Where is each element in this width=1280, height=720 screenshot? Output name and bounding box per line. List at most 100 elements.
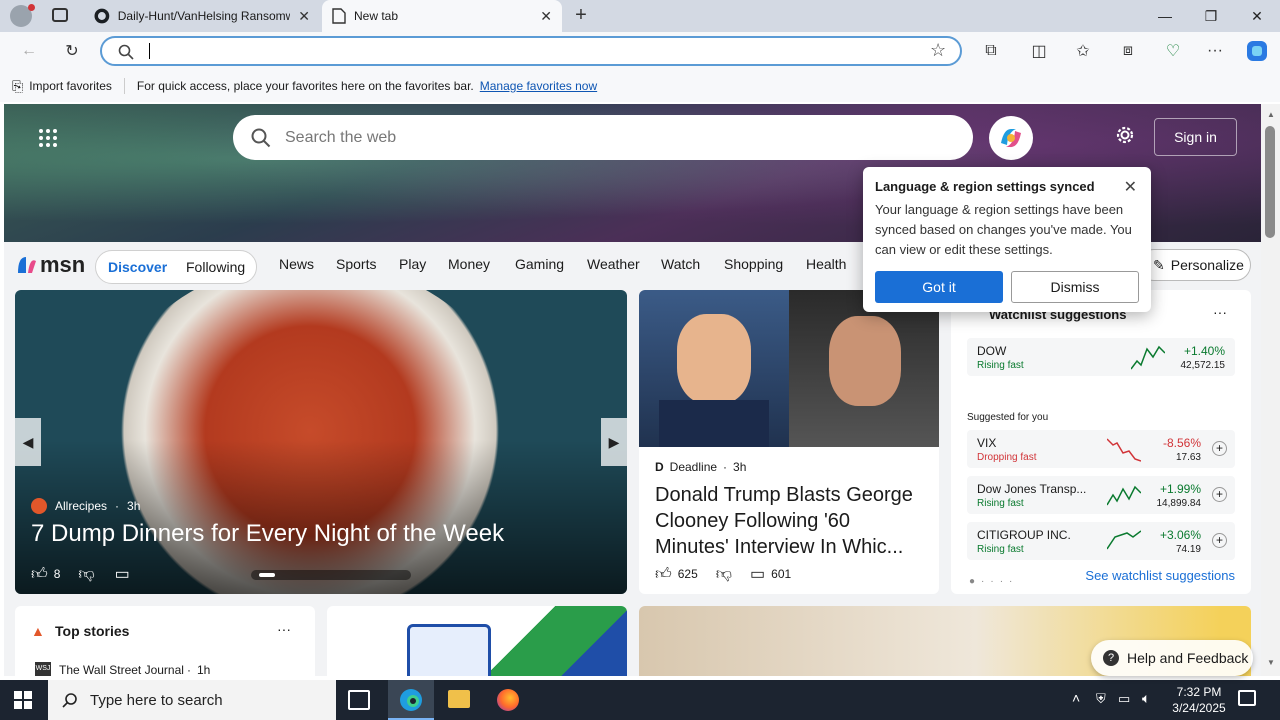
nav-gaming[interactable]: Gaming <box>515 256 564 272</box>
refresh-button[interactable]: ↻ <box>57 36 87 66</box>
thumbs-up-icon[interactable]: 👍︎ <box>655 565 672 584</box>
nav-weather[interactable]: Weather <box>587 256 640 272</box>
tab-new-tab[interactable]: New tab ✕ <box>322 0 562 32</box>
nav-sports[interactable]: Sports <box>336 256 376 272</box>
personalize-button[interactable]: ✎ Personalize <box>1138 249 1251 281</box>
security-icon[interactable]: ⛨ <box>1096 691 1106 707</box>
pager-dots[interactable]: ●···· <box>969 576 1018 587</box>
back-button[interactable]: ← <box>14 36 44 66</box>
close-tab-icon[interactable]: ✕ <box>540 8 552 25</box>
browser-essentials-icon[interactable]: ♡ <box>1158 36 1188 66</box>
manage-favorites-link[interactable]: Manage favorites now <box>480 79 597 93</box>
task-view-icon[interactable] <box>348 690 370 710</box>
news-title[interactable]: Donald Trump Blasts George Clooney Follo… <box>655 482 927 560</box>
stock-change: +3.06% <box>1159 528 1201 542</box>
nav-money[interactable]: Money <box>448 256 490 272</box>
tab-discover[interactable]: Discover <box>108 259 167 275</box>
stock-row-citigroup[interactable]: CITIGROUP INC. Rising fast +3.06% 74.19 … <box>967 522 1235 560</box>
tab-following[interactable]: Following <box>186 259 245 275</box>
edge-taskbar-button[interactable] <box>388 680 434 720</box>
close-tab-icon[interactable]: ✕ <box>298 8 310 25</box>
favorites-icon[interactable]: ✩ <box>1068 36 1098 66</box>
nav-shopping[interactable]: Shopping <box>724 256 783 272</box>
scroll-down-icon[interactable]: ▼ <box>1267 658 1275 667</box>
msn-logo[interactable]: msn <box>16 252 85 278</box>
more-options-icon[interactable]: ··· <box>1213 304 1227 320</box>
settings-gear-icon[interactable] <box>1114 124 1136 149</box>
news-card[interactable]: D Deadline · 3h Donald Trump Blasts Geor… <box>639 290 939 594</box>
thumbs-down-icon[interactable]: 👎︎ <box>78 565 94 584</box>
minimize-button[interactable]: — <box>1142 0 1188 32</box>
top-stories-title: Top stories <box>55 623 130 639</box>
new-tab-button[interactable]: + <box>570 4 592 26</box>
copilot-sidebar-icon[interactable] <box>1242 36 1272 66</box>
promo-card[interactable] <box>327 606 627 676</box>
tab-github[interactable]: Daily-Hunt/VanHelsing Ransomw ✕ <box>84 0 320 32</box>
favorite-star-icon[interactable]: ☆ <box>930 40 946 61</box>
add-to-watchlist-button[interactable]: + <box>1212 441 1227 456</box>
watchlist-card: Watchlist suggestions ··· DOW Rising fas… <box>951 290 1251 594</box>
stock-row-vix[interactable]: VIX Dropping fast -8.56% 17.63 + <box>967 430 1235 468</box>
stock-name: DOW <box>977 344 1007 358</box>
web-search-box[interactable]: Search the web <box>233 115 973 160</box>
clock-date: 3/24/2025 <box>1172 701 1226 715</box>
stock-row-dow-transport[interactable]: Dow Jones Transp... Rising fast +1.99% 1… <box>967 476 1235 514</box>
got-it-button[interactable]: Got it <box>875 271 1003 303</box>
see-watchlist-link[interactable]: See watchlist suggestions <box>1085 568 1235 583</box>
stock-price: 42,572.15 <box>1180 360 1226 371</box>
stock-name: VIX <box>977 436 997 450</box>
add-to-watchlist-button[interactable]: + <box>1212 533 1227 548</box>
tab-actions-icon[interactable] <box>52 8 68 22</box>
app-launcher-icon[interactable] <box>38 128 58 151</box>
stock-row-dow[interactable]: DOW Rising fast +1.40% 42,572.15 <box>967 338 1235 376</box>
windows-taskbar: Type here to search ˄ ⛨ ▭ 🔈︎ 7:32 PM 3/2… <box>0 680 1280 720</box>
sign-in-button[interactable]: Sign in <box>1154 118 1237 156</box>
split-screen-icon[interactable]: ◫ <box>1024 36 1054 66</box>
nav-health[interactable]: Health <box>806 256 846 272</box>
carousel-prev-button[interactable]: ◀ <box>15 418 41 466</box>
copilot-icon[interactable] <box>989 116 1033 160</box>
comment-icon[interactable]: ▭ <box>115 564 130 584</box>
address-bar[interactable]: ☆ <box>100 36 962 66</box>
news-image-right <box>789 290 939 447</box>
more-options-icon[interactable]: ··· <box>277 621 291 637</box>
more-menu-icon[interactable]: ··· <box>1200 36 1230 66</box>
extensions-icon[interactable]: ⧉ <box>976 36 1006 66</box>
add-to-watchlist-button[interactable]: + <box>1212 487 1227 502</box>
carousel-next-button[interactable]: ▶ <box>601 418 627 466</box>
file-explorer-icon[interactable] <box>448 690 470 708</box>
feature-title[interactable]: 7 Dump Dinners for Every Night of the We… <box>31 520 504 548</box>
nav-news[interactable]: News <box>279 256 314 272</box>
wsj-logo-icon: WSJ <box>35 662 51 676</box>
search-icon <box>118 44 134 60</box>
clock[interactable]: 7:32 PM 3/24/2025 <box>1166 684 1232 716</box>
stock-change: +1.99% <box>1159 482 1201 496</box>
volume-icon[interactable]: 🔈︎ <box>1142 690 1150 707</box>
notifications-icon[interactable] <box>1238 690 1256 706</box>
close-window-button[interactable]: ✕ <box>1234 0 1280 32</box>
network-icon[interactable]: ▭ <box>1118 691 1130 707</box>
close-icon[interactable]: ✕ <box>1124 177 1137 197</box>
restore-button[interactable]: ❐ <box>1188 0 1234 32</box>
like-count: 8 <box>53 567 61 581</box>
help-feedback-button[interactable]: ? Help and Feedback <box>1091 640 1253 676</box>
chevron-up-icon[interactable]: ˄ <box>1072 690 1080 706</box>
feature-card[interactable]: ◀ ▶ Allrecipes · 3h 7 Dump Dinners for E… <box>15 290 627 594</box>
scroll-up-icon[interactable]: ▲ <box>1267 110 1275 119</box>
nav-play[interactable]: Play <box>399 256 426 272</box>
news-image-left <box>639 290 789 447</box>
dismiss-button[interactable]: Dismiss <box>1011 271 1139 303</box>
taskbar-search[interactable]: Type here to search <box>48 680 336 720</box>
thumbs-up-icon[interactable]: 👍︎ <box>31 565 48 584</box>
nav-watch[interactable]: Watch <box>661 256 700 272</box>
thumbs-down-icon[interactable]: 👎︎ <box>716 565 732 584</box>
windows-start-icon[interactable] <box>14 691 32 712</box>
scroll-thumb[interactable] <box>1265 126 1275 238</box>
import-favorites-button[interactable]: Import favorites <box>29 79 112 93</box>
vertical-scrollbar[interactable]: ▲ ▼ <box>1261 104 1280 676</box>
clock-time: 7:32 PM <box>1176 685 1222 699</box>
collections-icon[interactable]: ⧈ <box>1113 36 1143 66</box>
comment-icon[interactable]: ▭ <box>750 564 765 584</box>
stock-status: Dropping fast <box>977 452 1037 463</box>
firefox-icon[interactable] <box>497 689 519 711</box>
